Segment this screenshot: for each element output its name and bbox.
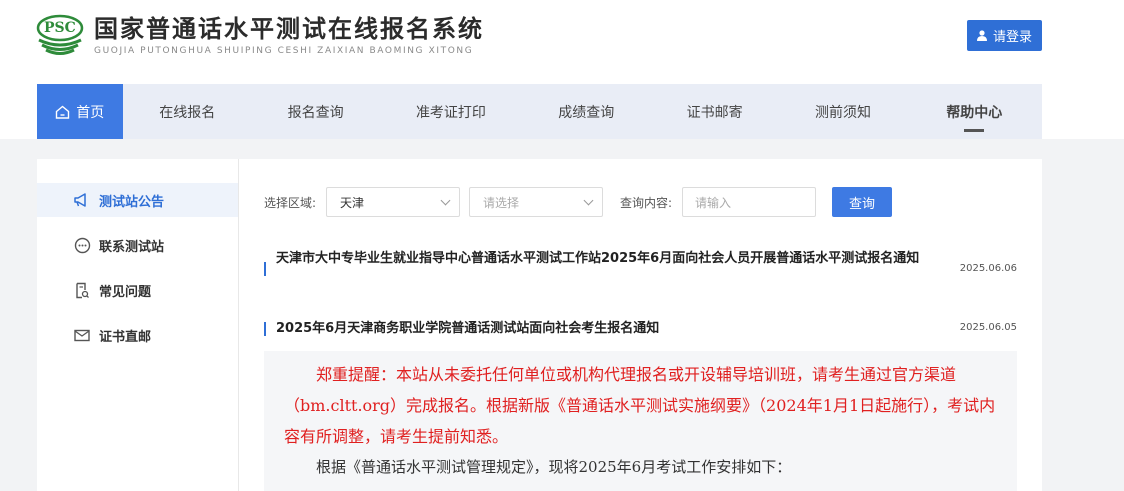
nav-item-score-query[interactable]: 成绩查询 xyxy=(523,84,650,139)
nav-label: 测前须知 xyxy=(814,104,871,121)
sidebar-item-faq[interactable]: 常见问题 xyxy=(37,273,238,307)
announcement-text: 根据《普通话水平测试管理规定》，现将2025年6月考试工作安排如下： xyxy=(316,458,792,476)
login-button[interactable]: 请登录 xyxy=(967,20,1042,51)
subregion-select[interactable]: 请选择 xyxy=(469,187,603,217)
announcement-body: 郑重提醒：本站从未委托任何单位或机构代理报名或开设辅导培训班，请考生通过官方渠道… xyxy=(264,351,1017,491)
chevron-down-icon xyxy=(440,195,451,205)
nav-item-help-center[interactable]: 帮助中心 xyxy=(907,84,1042,139)
psc-logo-icon: PSC xyxy=(36,14,84,58)
filter-bar: 选择区域: 天津 请选择 查询内容: 请输入 查询 xyxy=(264,187,1017,217)
sidebar-item-label: 联系测试站 xyxy=(99,239,165,255)
nav-label: 报名查询 xyxy=(287,104,344,121)
query-input[interactable]: 请输入 xyxy=(682,187,816,217)
logo-badge-text: PSC xyxy=(44,20,76,36)
query-button-label: 查询 xyxy=(848,196,875,212)
chevron-down-icon xyxy=(583,195,594,205)
megaphone-icon xyxy=(73,191,91,209)
nav-label: 帮助中心 xyxy=(946,104,1003,121)
sidebar-item-certificate-mail[interactable]: 证书直邮 xyxy=(37,318,238,352)
chat-bubble-icon xyxy=(73,236,91,254)
mail-icon xyxy=(73,326,91,344)
sidebar: 测试站公告 联系测试站 常见问题 证书直邮 xyxy=(37,159,239,491)
query-button[interactable]: 查询 xyxy=(832,187,892,217)
nav-label: 证书邮寄 xyxy=(686,104,743,121)
nav-label: 成绩查询 xyxy=(558,104,615,121)
sidebar-item-label: 测试站公告 xyxy=(99,194,165,210)
region-select[interactable]: 天津 xyxy=(326,187,460,217)
notice-title[interactable]: 天津市大中专毕业生就业指导中心普通话水平测试工作站2025年6月面向社会人员开展… xyxy=(276,249,936,276)
document-search-icon xyxy=(73,281,91,299)
notice-item[interactable]: 天津市大中专毕业生就业指导中心普通话水平测试工作站2025年6月面向社会人员开展… xyxy=(264,249,1017,276)
sidebar-item-announcements[interactable]: 测试站公告 xyxy=(37,183,238,217)
nav-label: 在线报名 xyxy=(159,104,216,121)
site-logo[interactable]: PSC 国家普通话水平测试在线报名系统 GUOJIA PUTONGHUA SHU… xyxy=(36,14,484,58)
nav-label-home: 首页 xyxy=(76,104,105,121)
subregion-select-placeholder: 请选择 xyxy=(483,195,520,210)
site-title: 国家普通话水平测试在线报名系统 xyxy=(94,14,484,43)
nav-item-home[interactable]: 首页 xyxy=(37,84,123,139)
nav-item-registration-query[interactable]: 报名查询 xyxy=(252,84,379,139)
sidebar-item-label: 证书直邮 xyxy=(99,329,152,345)
query-label: 查询内容: xyxy=(620,195,673,210)
notice-title[interactable]: 2025年6月天津商务职业学院普通话测试站面向社会考生报名通知 xyxy=(276,319,936,339)
login-label: 请登录 xyxy=(992,30,1032,45)
nav-item-online-registration[interactable]: 在线报名 xyxy=(123,84,252,139)
query-input-placeholder: 请输入 xyxy=(695,195,732,210)
sidebar-item-label: 常见问题 xyxy=(99,284,152,300)
notice-date: 2025.06.06 xyxy=(959,263,1017,274)
region-select-value: 天津 xyxy=(340,195,365,210)
region-label: 选择区域: xyxy=(264,195,317,210)
site-title-pinyin: GUOJIA PUTONGHUA SHUIPING CESHI ZAIXIAN … xyxy=(94,46,474,56)
nav-item-certificate-mail[interactable]: 证书邮寄 xyxy=(650,84,779,139)
user-icon xyxy=(976,30,987,41)
notice-item[interactable]: 2025年6月天津商务职业学院普通话测试站面向社会考生报名通知 2025.06.… xyxy=(264,319,1017,339)
nav-item-admission-ticket[interactable]: 准考证打印 xyxy=(379,84,522,139)
nav-label: 准考证打印 xyxy=(415,104,486,121)
warning-text: 郑重提醒：本站从未委托任何单位或机构代理报名或开设辅导培训班，请考生通过官方渠道… xyxy=(284,365,996,446)
main-card: 测试站公告 联系测试站 常见问题 证书直邮 选择区域: 天津 请选择 查询内容:… xyxy=(37,159,1042,491)
nav-item-pre-test-notice[interactable]: 测前须知 xyxy=(779,84,906,139)
content-area: 选择区域: 天津 请选择 查询内容: 请输入 查询 天津市大中专毕业生就业指导中… xyxy=(264,187,1017,491)
notice-date: 2025.06.05 xyxy=(959,322,1017,333)
sidebar-item-contact[interactable]: 联系测试站 xyxy=(37,228,238,262)
main-nav: 首页 在线报名 报名查询 准考证打印 成绩查询 证书邮寄 测前须知 帮助中心 xyxy=(37,84,1042,139)
home-icon xyxy=(55,105,70,119)
